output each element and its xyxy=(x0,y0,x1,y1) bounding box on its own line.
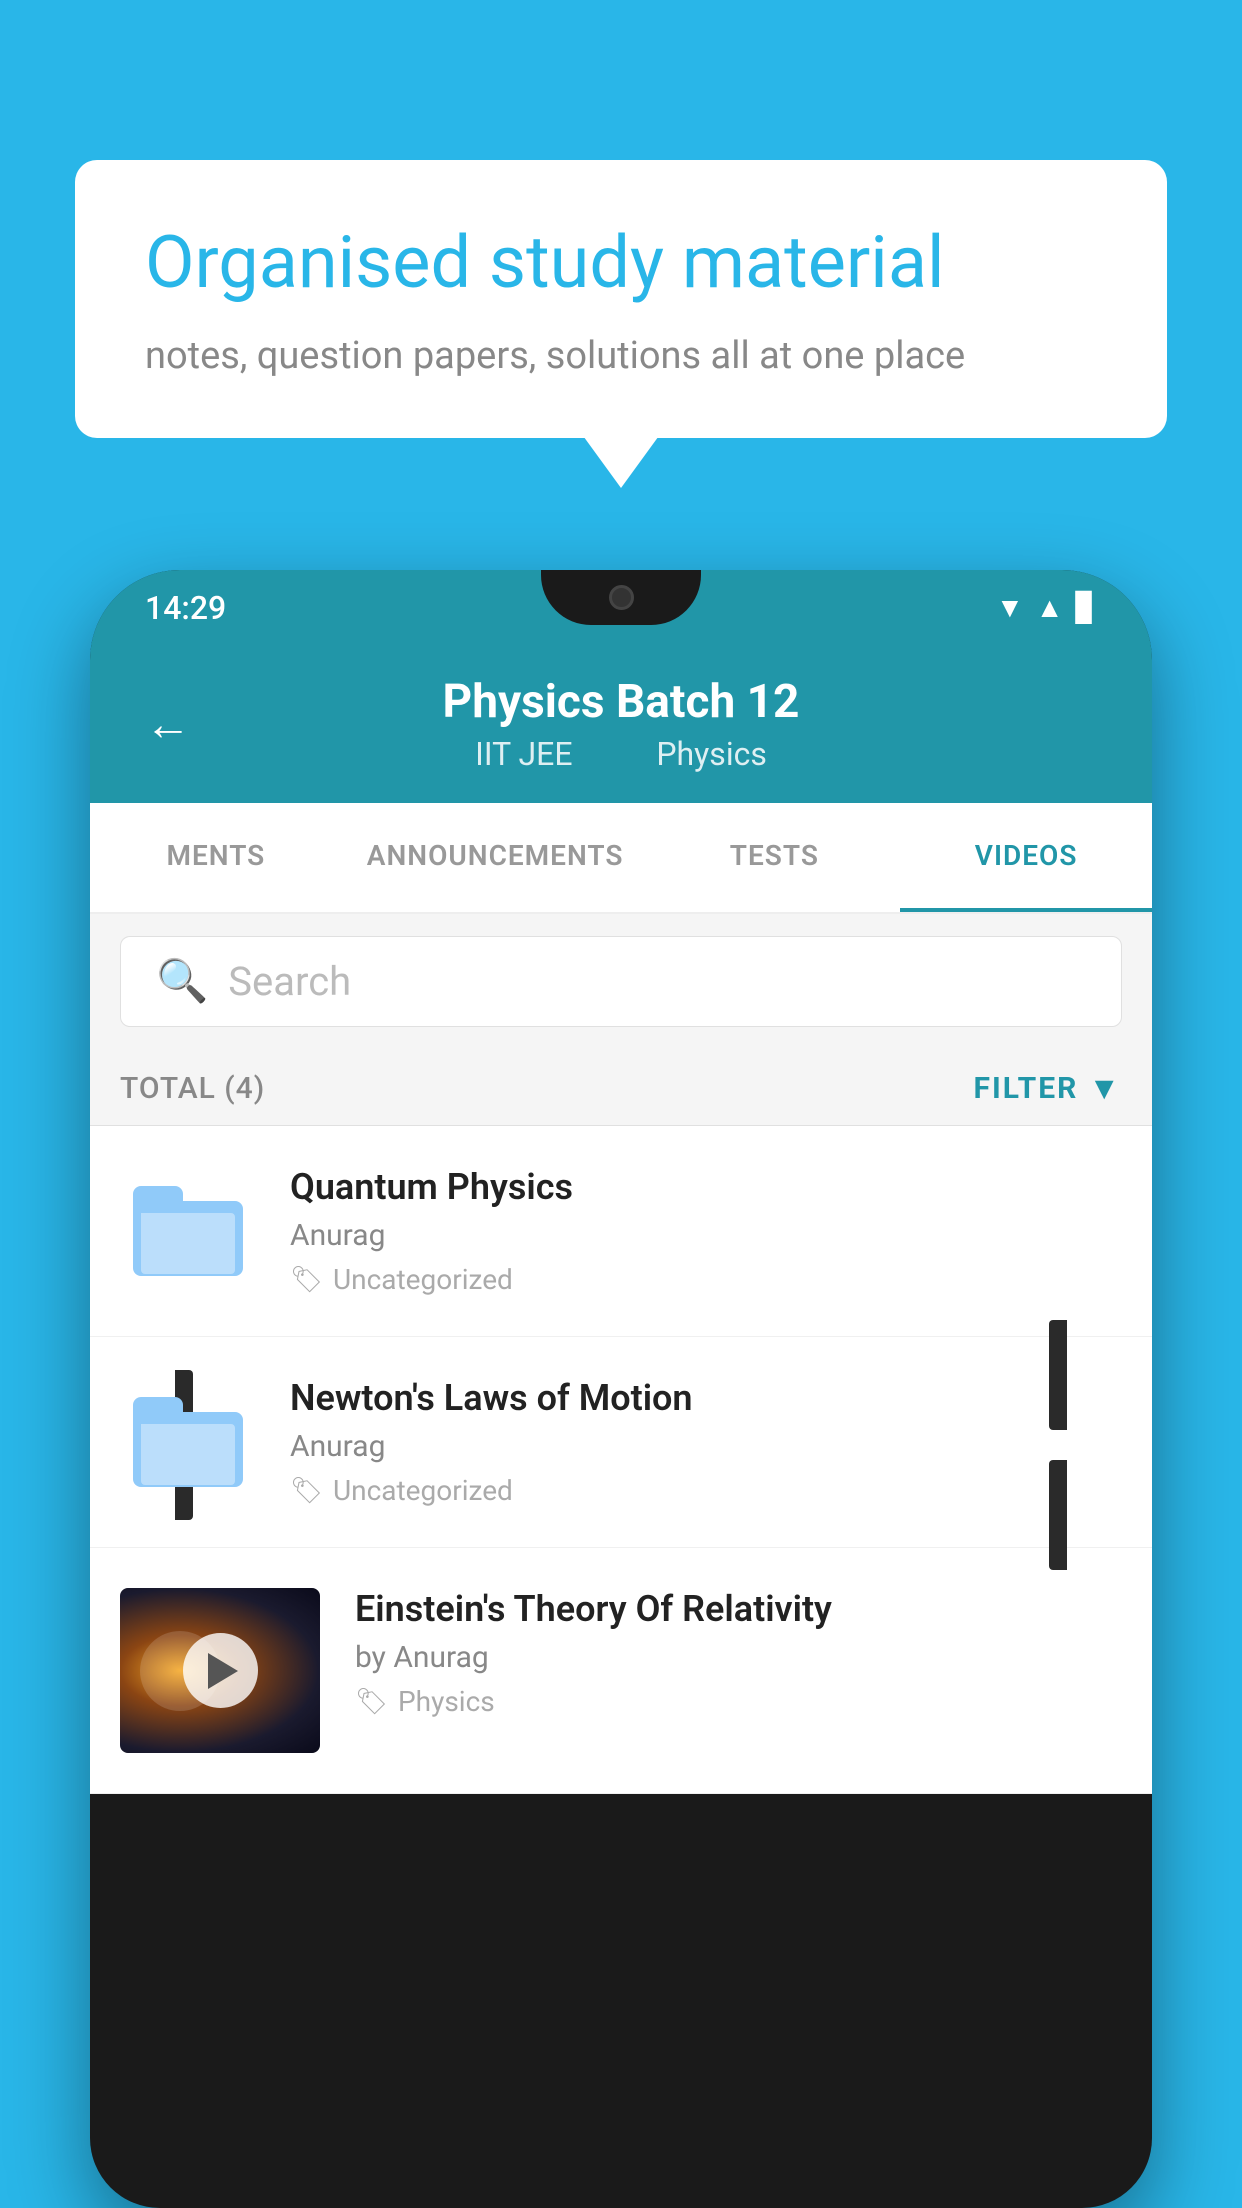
video-author: by Anurag xyxy=(355,1640,1122,1675)
filter-label: FILTER xyxy=(974,1071,1079,1106)
video-title: Quantum Physics xyxy=(290,1166,1122,1208)
subtitle-separator xyxy=(610,735,626,773)
video-title: Newton's Laws of Motion xyxy=(290,1377,1122,1419)
phone-notch xyxy=(541,570,701,625)
video-tag: 🏷 Uncategorized xyxy=(290,1263,1122,1296)
tab-ments[interactable]: MENTS xyxy=(90,803,342,912)
list-item[interactable]: Einstein's Theory Of Relativity by Anura… xyxy=(90,1548,1152,1794)
video-title: Einstein's Theory Of Relativity xyxy=(355,1588,1122,1630)
video-info-3: Einstein's Theory Of Relativity by Anura… xyxy=(355,1588,1122,1718)
headline: Organised study material xyxy=(145,220,1097,306)
phone-frame: 14:29 ▼ ▲ ▊ ← Physics Batch 12 IIT JEE P… xyxy=(90,570,1152,2208)
video-info-2: Newton's Laws of Motion Anurag 🏷 Uncateg… xyxy=(290,1377,1122,1507)
front-camera xyxy=(609,585,634,610)
filter-row: TOTAL (4) FILTER ▼ xyxy=(90,1049,1152,1126)
video-author: Anurag xyxy=(290,1218,1122,1253)
tab-announcements[interactable]: ANNOUNCEMENTS xyxy=(342,803,649,912)
play-triangle-icon xyxy=(208,1653,238,1689)
battery-icon: ▊ xyxy=(1075,591,1097,624)
tag-label: Physics xyxy=(398,1685,495,1718)
subtitle-part1: IIT JEE xyxy=(475,735,572,773)
tag-icon: 🏷 xyxy=(355,1687,388,1717)
list-item[interactable]: Newton's Laws of Motion Anurag 🏷 Uncateg… xyxy=(90,1337,1152,1548)
status-icons: ▼ ▲ ▊ xyxy=(996,591,1097,624)
tag-label: Uncategorized xyxy=(333,1474,513,1507)
video-list: Quantum Physics Anurag 🏷 Uncategorized xyxy=(90,1126,1152,1794)
status-time: 14:29 xyxy=(145,589,226,627)
volume-up-button[interactable] xyxy=(1049,1320,1067,1430)
video-tag: 🏷 Uncategorized xyxy=(290,1474,1122,1507)
video-thumbnail-1 xyxy=(120,1176,255,1286)
video-thumbnail-3 xyxy=(120,1588,320,1753)
search-bar[interactable]: 🔍 Search xyxy=(120,936,1122,1027)
filter-funnel-icon: ▼ xyxy=(1088,1069,1122,1107)
play-button[interactable] xyxy=(183,1633,258,1708)
status-bar: 14:29 ▼ ▲ ▊ xyxy=(90,570,1152,645)
signal-icon: ▲ xyxy=(1036,591,1064,624)
tag-icon: 🏷 xyxy=(290,1476,323,1506)
video-info-1: Quantum Physics Anurag 🏷 Uncategorized xyxy=(290,1166,1122,1296)
video-tag: 🏷 Physics xyxy=(355,1685,1122,1718)
speech-bubble: Organised study material notes, question… xyxy=(75,160,1167,438)
subtext: notes, question papers, solutions all at… xyxy=(145,334,1097,378)
tabs-bar: MENTS ANNOUNCEMENTS TESTS VIDEOS xyxy=(90,803,1152,914)
back-button[interactable]: ← xyxy=(145,697,191,752)
speech-bubble-section: Organised study material notes, question… xyxy=(75,160,1167,438)
tab-videos[interactable]: VIDEOS xyxy=(900,803,1152,912)
video-thumbnail-2 xyxy=(120,1387,255,1497)
tab-tests[interactable]: TESTS xyxy=(648,803,900,912)
tag-icon: 🏷 xyxy=(290,1265,323,1295)
app-header: ← Physics Batch 12 IIT JEE Physics xyxy=(90,645,1152,803)
folder-icon xyxy=(133,1186,243,1276)
app-subtitle: IIT JEE Physics xyxy=(145,735,1097,773)
subtitle-part2: Physics xyxy=(656,735,767,773)
list-item[interactable]: Quantum Physics Anurag 🏷 Uncategorized xyxy=(90,1126,1152,1337)
folder-icon xyxy=(133,1397,243,1487)
app-title: Physics Batch 12 xyxy=(145,675,1097,729)
tag-label: Uncategorized xyxy=(333,1263,513,1296)
wifi-icon: ▼ xyxy=(996,591,1024,624)
search-icon: 🔍 xyxy=(156,957,208,1006)
search-container: 🔍 Search xyxy=(90,914,1152,1049)
volume-down-button[interactable] xyxy=(1049,1460,1067,1570)
search-input[interactable]: Search xyxy=(228,958,351,1005)
total-count: TOTAL (4) xyxy=(120,1071,265,1106)
video-author: Anurag xyxy=(290,1429,1122,1464)
filter-button[interactable]: FILTER ▼ xyxy=(974,1069,1123,1107)
